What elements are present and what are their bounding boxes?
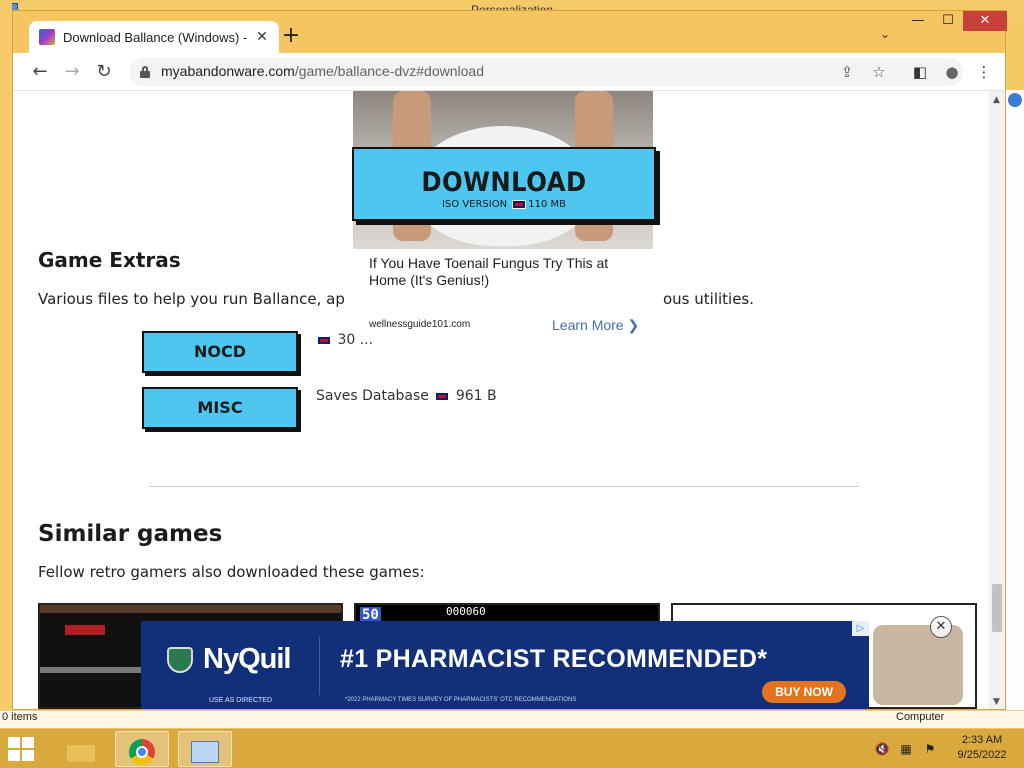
tab-strip: Download Ballance (Windows) - ✕ + ⌄ — ☐ … [13, 11, 1007, 53]
section-divider [149, 486, 859, 487]
reload-icon[interactable]: ↻ [93, 61, 115, 83]
menu-kebab-icon[interactable]: ⋮ [973, 61, 995, 83]
thumbnail-score: 000060 [446, 605, 486, 618]
extras-description-right: ous utilities. [663, 290, 755, 308]
page-content: DOWNLOAD ISO VERSION 110 MB If You Have … [13, 91, 989, 709]
similar-games-heading: Similar games [38, 521, 223, 547]
site-favicon-icon [39, 29, 55, 45]
nocd-size: 30 ... [337, 332, 374, 348]
banner-separator [319, 637, 320, 695]
address-bar[interactable]: myabandonware.com/game/ballance-dvz#down… [129, 58, 963, 86]
help-icon[interactable] [1008, 93, 1022, 107]
extras-description-left: Various files to help you run Ballance, … [38, 290, 345, 308]
chrome-taskbar-icon[interactable] [115, 731, 169, 767]
browser-window: Download Ballance (Windows) - ✕ + ⌄ — ☐ … [12, 10, 1007, 710]
back-arrow-icon[interactable]: ← [29, 61, 51, 83]
clock-time: 2:33 AM [961, 734, 1003, 746]
taskbar: 🔇 ▦ ⚑ 2:33 AM 9/25/2022 [0, 728, 1024, 768]
status-item-count: 0 items [2, 711, 38, 723]
misc-button[interactable]: MISC [142, 387, 298, 429]
nyquil-banner-ad[interactable]: NyQuil USE AS DIRECTED #1 PHARMACIST REC… [141, 621, 869, 709]
window-controls: — ☐ ✕ [903, 11, 1007, 31]
scroll-up-arrow-icon[interactable]: ▲ [993, 95, 1000, 105]
buy-now-button[interactable]: BUY NOW [762, 681, 846, 703]
tab-title: Download Ballance (Windows) - [63, 29, 248, 45]
maximize-button[interactable]: ☐ [933, 11, 963, 31]
download-button[interactable]: DOWNLOAD ISO VERSION 110 MB [352, 147, 656, 221]
scroll-thumb[interactable] [992, 584, 1002, 632]
side-panel-icon[interactable]: ◧ [909, 61, 931, 83]
download-details: ISO VERSION 110 MB [354, 199, 654, 210]
url-path: /game/ballance-dvz#download [294, 63, 484, 79]
url-text[interactable]: myabandonware.com/game/ballance-dvz#down… [161, 63, 484, 79]
minimize-button[interactable]: — [903, 11, 933, 31]
adchoices-icon[interactable]: ▷ [852, 621, 869, 636]
control-panel-taskbar-icon[interactable] [178, 731, 232, 767]
native-ad-domain: wellnessguide101.com [369, 319, 471, 330]
network-icon[interactable]: ▦ [898, 741, 914, 757]
download-version: ISO VERSION [441, 199, 508, 210]
misc-meta: Saves Database 961 B [316, 388, 497, 404]
tab-download-ballance[interactable]: Download Ballance (Windows) - ✕ [29, 21, 279, 53]
action-center-flag-icon[interactable]: ⚑ [922, 741, 938, 757]
tab-close-icon[interactable]: ✕ [253, 28, 271, 46]
banner-use-as-directed: USE AS DIRECTED [209, 697, 273, 704]
native-ad[interactable]: If You Have Toenail Fungus Try This at H… [353, 249, 653, 349]
background-window-statusbar [0, 710, 1024, 728]
scroll-down-arrow-icon[interactable]: ▼ [993, 697, 1000, 707]
uk-flag-icon [317, 335, 331, 345]
share-icon[interactable]: ⇪ [837, 62, 857, 82]
profile-avatar-icon[interactable]: ● [941, 61, 963, 83]
uk-flag-icon [435, 391, 450, 401]
native-ad-learn-more-link[interactable]: Learn More ❯ [552, 317, 639, 334]
misc-description: Saves Database [316, 388, 429, 404]
file-explorer-taskbar-icon[interactable] [54, 731, 108, 767]
background-window-left-edge [0, 0, 12, 728]
tab-search-chevron-icon[interactable]: ⌄ [875, 27, 895, 45]
banner-brand: NyQuil [203, 643, 291, 675]
new-tab-button[interactable]: + [279, 25, 303, 49]
status-location: Computer [896, 711, 945, 723]
banner-footnote: *2022 PHARMACY TIMES SURVEY OF PHARMACIS… [345, 697, 577, 703]
page-scrollbar[interactable]: ▲ ▼ [989, 91, 1005, 709]
close-window-button[interactable]: ✕ [963, 11, 1007, 31]
native-ad-headline[interactable]: If You Have Toenail Fungus Try This at H… [369, 255, 644, 289]
uk-flag-icon [512, 199, 527, 209]
start-windows-icon[interactable] [8, 737, 38, 763]
background-window-right-edge [1006, 90, 1024, 710]
similar-games-description: Fellow retro gamers also downloaded thes… [38, 563, 425, 581]
download-size: 110 MB [528, 199, 567, 210]
nocd-meta: 30 ... [315, 332, 373, 348]
nocd-button[interactable]: NOCD [142, 331, 298, 373]
vicks-shield-logo-icon [167, 647, 193, 673]
banner-headline: #1 PHARMACIST RECOMMENDED* [340, 645, 768, 673]
extras-heading: Game Extras [38, 248, 181, 272]
browser-toolbar: ← → ↻ myabandonware.com/game/ballance-dv… [13, 53, 1005, 91]
close-ad-icon[interactable]: ✕ [930, 616, 952, 638]
bookmark-star-icon[interactable]: ☆ [869, 62, 889, 82]
forward-arrow-icon[interactable]: → [61, 61, 83, 83]
misc-size: 961 B [455, 388, 497, 404]
url-domain: myabandonware.com [161, 63, 295, 79]
clock-date: 9/25/2022 [957, 749, 1007, 761]
lock-icon[interactable] [140, 66, 150, 78]
download-label: DOWNLOAD [421, 167, 587, 198]
system-clock[interactable]: 2:33 AM 9/25/2022 [948, 733, 1016, 763]
speaker-muted-icon[interactable]: 🔇 [874, 741, 890, 757]
